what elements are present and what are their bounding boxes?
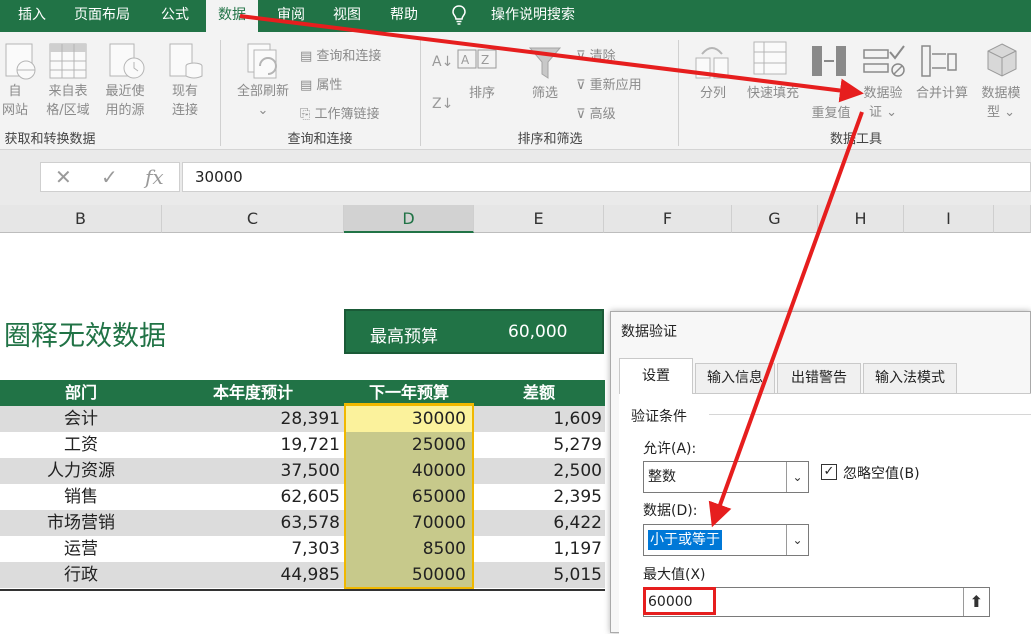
annotation-arrows	[239, 14, 864, 528]
arrow-to-dialog	[708, 111, 864, 528]
arrow-to-validation	[239, 14, 864, 103]
